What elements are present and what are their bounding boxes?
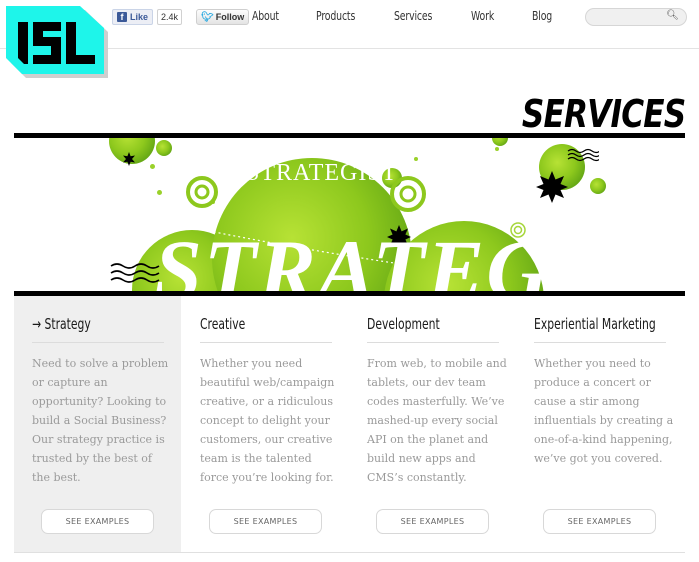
decor-dot <box>150 164 155 169</box>
social-buttons: f Like 2.4k 🐦︎ Follow <box>112 9 250 25</box>
search-box: 🔍︎ <box>585 8 687 28</box>
wave-lines-icon <box>567 148 599 162</box>
site-header: f Like 2.4k 🐦︎ Follow About Products Ser… <box>0 0 699 78</box>
isl-logo[interactable] <box>4 6 112 82</box>
service-title[interactable]: → Strategy <box>32 315 140 333</box>
page-title: SERVICES <box>521 92 686 136</box>
service-title[interactable]: Development <box>367 315 475 333</box>
nav-blog[interactable]: Blog <box>532 9 552 23</box>
service-description: Whether you need beautiful web/campaign … <box>200 357 335 484</box>
see-examples-button[interactable]: SEE EXAMPLES <box>376 509 489 534</box>
star-burst-icon <box>123 152 135 166</box>
decor-circle <box>492 138 508 146</box>
service-description: Whether you need to produce a concert or… <box>534 357 674 465</box>
twitter-follow-label: Follow <box>215 12 245 22</box>
nav-products[interactable]: Products <box>316 9 355 23</box>
decor-dot <box>414 157 418 161</box>
strategy-banner: STRATEGIST STRATEGY <box>14 138 685 291</box>
service-description: From web, to mobile and tablets, our dev… <box>367 357 507 484</box>
see-examples-button[interactable]: SEE EXAMPLES <box>209 509 322 534</box>
facebook-icon: f <box>117 12 127 22</box>
service-title[interactable]: Experiential Marketing <box>534 315 656 333</box>
decor-circle <box>156 140 172 156</box>
twitter-bird-icon: 🐦︎ <box>201 11 214 23</box>
service-column-experiential-marketing[interactable]: Experiential Marketing Whether you need … <box>516 296 683 552</box>
service-column-strategy[interactable]: → Strategy Need to solve a problem or ca… <box>14 296 181 552</box>
service-description: Need to solve a problem or capture an op… <box>32 357 169 484</box>
service-column-development[interactable]: Development From web, to mobile and tabl… <box>349 296 516 552</box>
divider <box>367 342 499 343</box>
divider <box>32 342 164 343</box>
star-burst-icon <box>536 171 568 203</box>
banner-subline: STRATEGIST <box>246 160 398 186</box>
decor-circle <box>590 178 606 194</box>
facebook-like-label: Like <box>130 12 149 22</box>
twitter-follow-button[interactable]: 🐦︎ Follow <box>196 9 250 25</box>
nav-services[interactable]: Services <box>394 9 432 23</box>
nav-about[interactable]: About <box>252 9 279 23</box>
search-input[interactable] <box>592 11 674 28</box>
target-ring-icon <box>186 176 218 208</box>
facebook-like-count: 2.4k <box>157 9 183 25</box>
see-examples-button[interactable]: SEE EXAMPLES <box>543 509 656 534</box>
banner-headline: STRATEGY <box>154 222 605 291</box>
divider <box>534 342 666 343</box>
facebook-like-button[interactable]: f Like <box>112 9 154 25</box>
decor-dot <box>157 190 162 195</box>
search-icon[interactable]: 🔍︎ <box>666 10 679 21</box>
services-columns: → Strategy Need to solve a problem or ca… <box>14 296 685 553</box>
service-column-creative[interactable]: Creative Whether you need beautiful web/… <box>182 296 349 552</box>
see-examples-button[interactable]: SEE EXAMPLES <box>41 509 154 534</box>
nav-work[interactable]: Work <box>471 9 494 23</box>
wave-lines-icon <box>110 263 160 283</box>
arrow-right-icon: → <box>32 315 42 333</box>
divider <box>200 342 332 343</box>
service-title[interactable]: Creative <box>200 315 308 333</box>
decor-dot <box>495 147 499 151</box>
